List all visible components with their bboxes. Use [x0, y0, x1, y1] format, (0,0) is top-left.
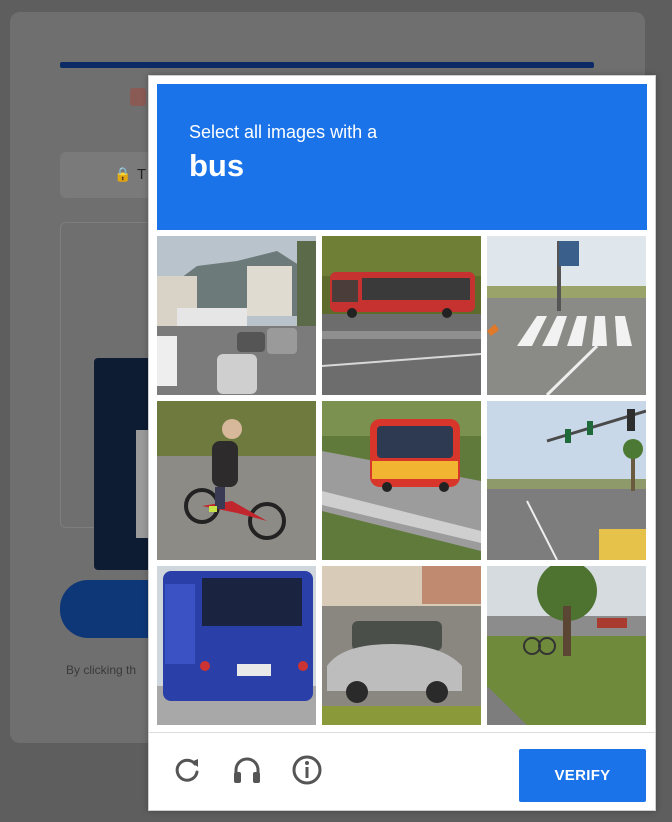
captcha-instruction: Select all images with a: [189, 122, 378, 142]
captcha-image-grid: [157, 236, 647, 726]
tile-image-park: [487, 566, 646, 725]
tile-image-traffic-light: [487, 401, 646, 560]
captcha-tile-1[interactable]: [157, 236, 316, 395]
tile-image-crosswalk: [487, 236, 646, 395]
background-fine-print: By clicking th: [66, 663, 137, 677]
tile-image-highway-bus: [322, 401, 481, 560]
captcha-tile-9[interactable]: [487, 566, 646, 725]
captcha-tile-3[interactable]: [487, 236, 646, 395]
captcha-dialog: Select all images with a bus VERIFY: [148, 75, 656, 811]
captcha-target: bus: [189, 148, 245, 183]
captcha-tile-6[interactable]: [487, 401, 646, 560]
captcha-tile-2[interactable]: [322, 236, 481, 395]
tile-image-silver-car: [322, 566, 481, 725]
tile-image-bicycle-rider: [157, 401, 316, 560]
captcha-header: Select all images with a bus: [157, 84, 647, 230]
background-pill-label: T: [137, 166, 147, 183]
background-progress-bar: [60, 62, 594, 68]
tile-image-blue-bus: [157, 566, 316, 725]
captcha-tile-8[interactable]: [322, 566, 481, 725]
background-badge-icon: [130, 88, 146, 106]
info-icon[interactable]: [290, 753, 324, 787]
tile-image-red-bus: [322, 236, 481, 395]
reload-icon[interactable]: [170, 753, 204, 787]
lock-icon: 🔒: [114, 166, 132, 182]
headphones-icon[interactable]: [230, 753, 264, 787]
verify-button[interactable]: VERIFY: [519, 749, 646, 802]
captcha-tile-7[interactable]: [157, 566, 316, 725]
captcha-tile-5[interactable]: [322, 401, 481, 560]
captcha-tile-4[interactable]: [157, 401, 316, 560]
captcha-footer: VERIFY: [149, 732, 655, 810]
tile-image-street-traffic: [157, 236, 316, 395]
